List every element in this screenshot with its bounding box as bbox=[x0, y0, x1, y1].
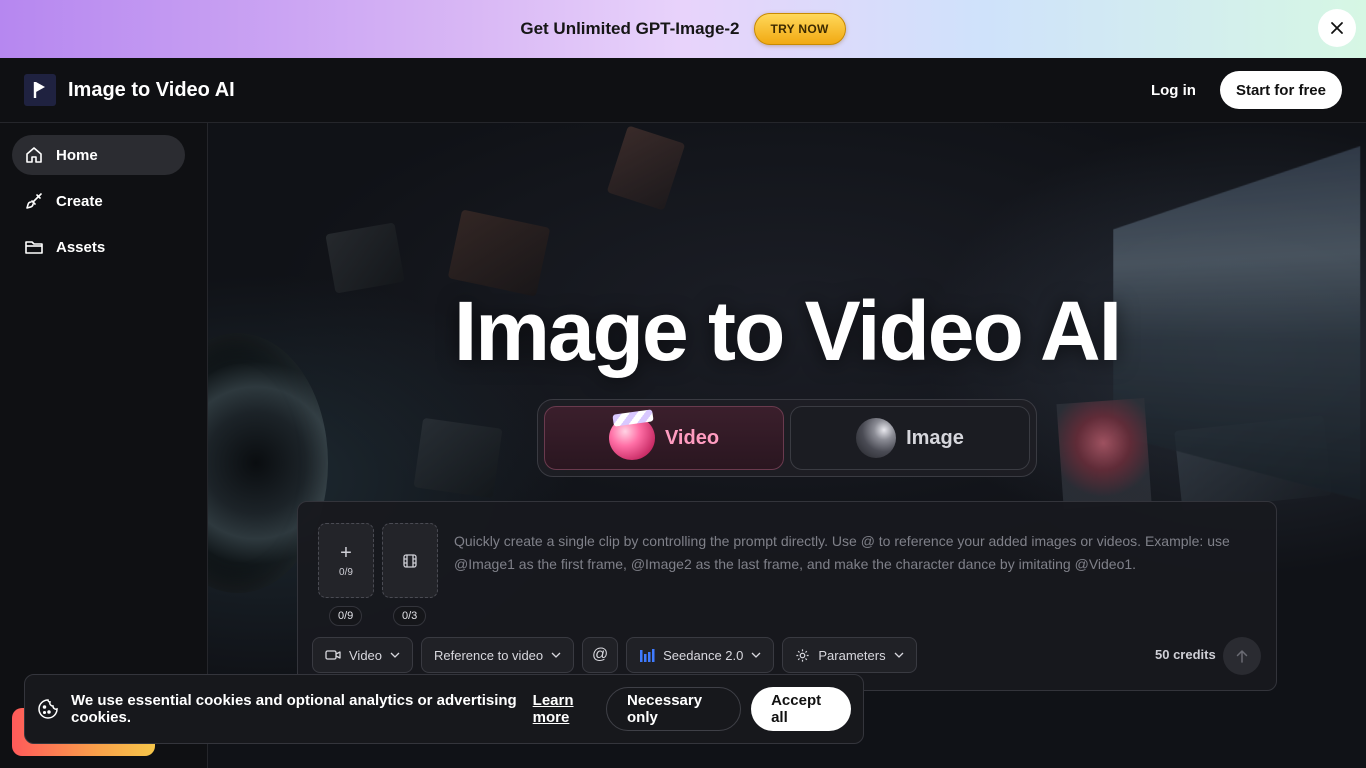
login-link[interactable]: Log in bbox=[1151, 82, 1196, 99]
mode-switch: Video Image bbox=[537, 399, 1037, 477]
mode-image-label: Image bbox=[906, 426, 964, 449]
sidebar-item-create[interactable]: Create bbox=[12, 181, 185, 221]
generation-mode-label: Reference to video bbox=[434, 647, 544, 663]
sidebar-item-assets[interactable]: Assets bbox=[12, 227, 185, 267]
brush-icon bbox=[24, 191, 44, 211]
image-orb-icon bbox=[856, 418, 897, 458]
learn-more-link[interactable]: Learn more bbox=[533, 692, 606, 726]
chevron-down-icon bbox=[751, 652, 761, 658]
close-icon bbox=[1330, 21, 1344, 35]
chevron-down-icon bbox=[894, 652, 904, 658]
bar-chart-icon bbox=[639, 648, 655, 662]
necessary-only-button[interactable]: Necessary only bbox=[606, 687, 742, 731]
hero-title: Image to Video AI bbox=[453, 284, 1122, 378]
submit-button[interactable] bbox=[1223, 637, 1261, 675]
folder-icon bbox=[24, 237, 44, 257]
play-flag-icon bbox=[32, 81, 48, 99]
film-card-decoration bbox=[606, 125, 686, 211]
image-count-pill: 0/9 bbox=[329, 606, 363, 626]
site-title[interactable]: Image to Video AI bbox=[68, 79, 235, 102]
chevron-down-icon bbox=[390, 652, 400, 658]
gear-icon bbox=[795, 648, 810, 663]
parameters-label: Parameters bbox=[818, 647, 886, 663]
generation-mode-dropdown[interactable]: Reference to video bbox=[421, 637, 575, 673]
composer-toolbar: Video Reference to video @ Seedance 2.0 bbox=[312, 637, 917, 673]
prompt-composer: + 0/9 0/9 0/3 Quickly create a single cl… bbox=[297, 501, 1277, 691]
banner-text: Get Unlimited GPT-Image-2 bbox=[520, 19, 740, 38]
image-upload-tile[interactable]: + 0/9 bbox=[318, 523, 374, 598]
accept-all-button[interactable]: Accept all bbox=[751, 687, 851, 731]
home-icon bbox=[24, 145, 44, 165]
image-upload-count: 0/9 bbox=[339, 567, 353, 578]
sidebar-item-home[interactable]: Home bbox=[12, 135, 185, 175]
video-camera-icon bbox=[325, 648, 341, 662]
at-sign-icon: @ bbox=[592, 646, 609, 663]
prompt-input[interactable]: Quickly create a single clip by controll… bbox=[454, 530, 1254, 576]
tree-photo-decoration bbox=[1056, 398, 1152, 509]
film-icon bbox=[402, 553, 418, 569]
sidebar-item-label: Create bbox=[56, 192, 103, 210]
model-label: Seedance 2.0 bbox=[663, 647, 744, 663]
video-count-pill: 0/3 bbox=[393, 606, 427, 626]
sidebar-item-label: Assets bbox=[56, 238, 106, 256]
output-type-dropdown[interactable]: Video bbox=[312, 637, 414, 673]
parameters-dropdown[interactable]: Parameters bbox=[782, 637, 917, 673]
output-type-label: Video bbox=[349, 647, 383, 663]
cookie-message: We use essential cookies and optional an… bbox=[71, 692, 517, 726]
chevron-down-icon bbox=[551, 652, 561, 658]
logo[interactable] bbox=[24, 74, 56, 106]
film-card-decoration bbox=[413, 417, 503, 499]
promo-banner: Get Unlimited GPT-Image-2 TRY NOW bbox=[0, 0, 1366, 58]
start-for-free-button[interactable]: Start for free bbox=[1219, 71, 1342, 109]
mode-video-label: Video bbox=[664, 426, 720, 449]
video-upload-tile[interactable] bbox=[382, 523, 438, 598]
mode-image-tab[interactable]: Image bbox=[790, 406, 1030, 470]
model-dropdown[interactable]: Seedance 2.0 bbox=[626, 637, 775, 673]
clapper-ball-icon bbox=[608, 416, 655, 460]
banner-close-button[interactable] bbox=[1318, 9, 1356, 47]
try-now-button[interactable]: TRY NOW bbox=[753, 13, 846, 45]
sidebar-item-label: Home bbox=[56, 146, 98, 164]
credits-count: 50 credits bbox=[1155, 647, 1216, 662]
sidebar: Home Create Assets bbox=[0, 123, 208, 768]
mode-video-tab[interactable]: Video bbox=[544, 406, 784, 470]
hero-section: Image to Video AI Video Image + 0/9 0/9 … bbox=[208, 123, 1366, 768]
cookie-banner: We use essential cookies and optional an… bbox=[24, 674, 864, 744]
arrow-up-icon bbox=[1236, 649, 1248, 663]
cookie-icon bbox=[37, 698, 59, 720]
top-header: Image to Video AI Log in Start for free bbox=[0, 58, 1366, 123]
plus-icon: + bbox=[340, 542, 352, 564]
mention-button[interactable]: @ bbox=[582, 637, 619, 673]
